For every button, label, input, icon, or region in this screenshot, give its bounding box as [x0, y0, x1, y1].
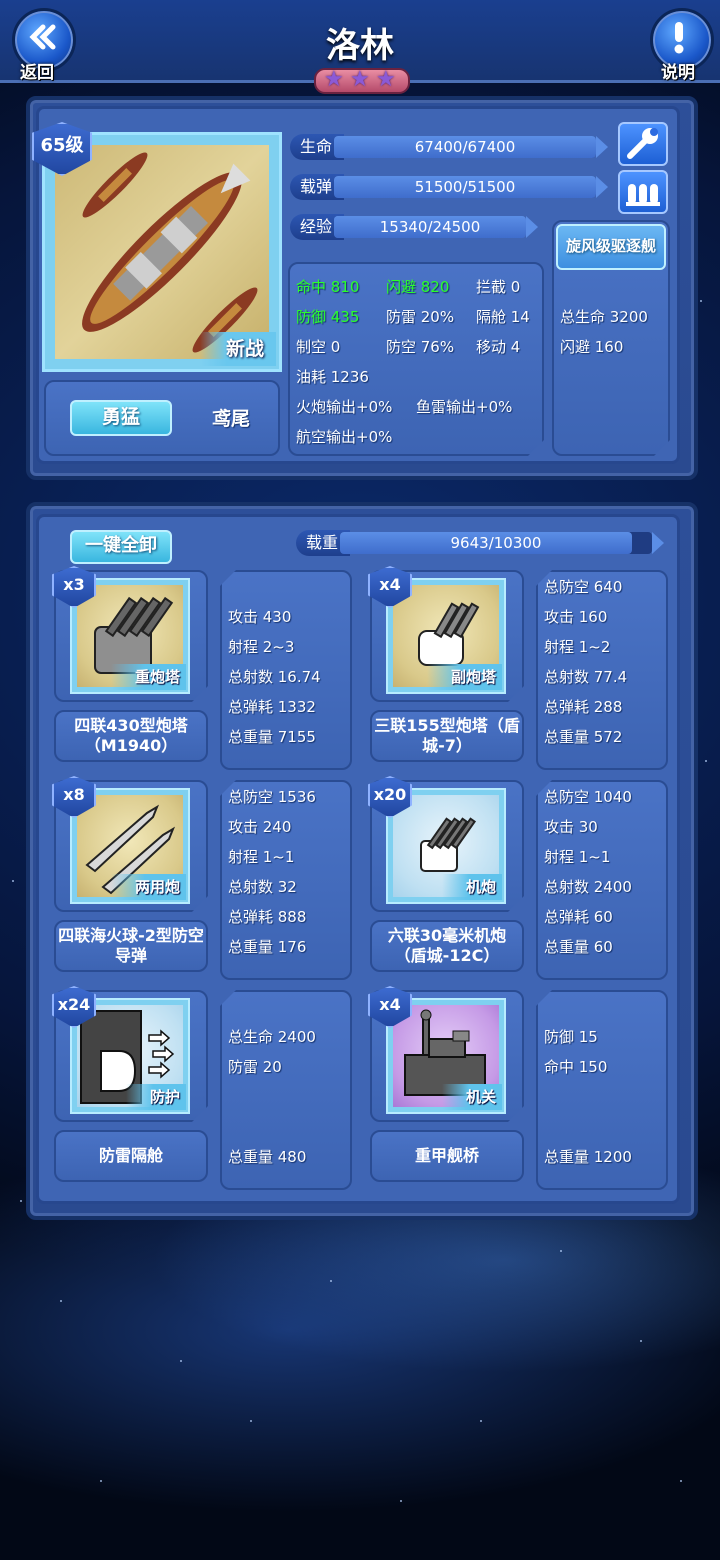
equipment-name[interactable]: 三联155型炮塔（盾城-7）: [370, 710, 524, 762]
stat-air-control: 制空 0: [296, 338, 341, 356]
ship-type-tag: 新战: [200, 332, 276, 366]
equipment-stat: 总防空 1040: [544, 788, 632, 806]
help-label: 说明: [661, 63, 695, 83]
equipment-stat: 射程 1~1: [544, 848, 611, 866]
equipment-type-tag: 两用炮: [110, 874, 186, 900]
escort-name[interactable]: 旋风级驱逐舰: [556, 224, 666, 270]
equipment-name[interactable]: 重甲舰桥: [370, 1130, 524, 1182]
equipment-stat: 总射数 16.74: [228, 668, 321, 686]
equipment-stat: 总射数 32: [228, 878, 297, 896]
stat-intercept: 拦截 0: [476, 278, 521, 296]
escort-hp: 总生命 3200: [560, 308, 648, 326]
equipment-stat: 总重量 176: [228, 938, 307, 956]
star-icon: ★: [350, 67, 370, 92]
equipment-stat: 射程 1~1: [228, 848, 295, 866]
equipment-stat: 总弹耗 888: [228, 908, 307, 926]
equipment-stat: 射程 2~3: [228, 638, 295, 656]
equipment-stat: 总重量 60: [544, 938, 613, 956]
equipment-type-tag: 副炮塔: [426, 664, 502, 690]
equipment-name[interactable]: 四联430型炮塔（M1940）: [54, 710, 208, 762]
star-rating: ★ ★ ★: [314, 67, 410, 94]
equipment-stat: 总弹耗 60: [544, 908, 613, 926]
stat-gun-output: 火炮输出+0%: [296, 398, 393, 416]
equipment-name[interactable]: 四联海火球-2型防空导弹: [54, 920, 208, 972]
equipment-stat: 总重量 480: [228, 1148, 307, 1166]
battleship-icon: [82, 152, 258, 353]
equipment-stat: 攻击 160: [544, 608, 608, 626]
page-title: 洛林: [326, 26, 394, 66]
stat-air-output: 航空输出+0%: [296, 428, 393, 446]
equipment-stat: 总重量 1200: [544, 1148, 632, 1166]
equipment-stat: 射程 1~2: [544, 638, 611, 656]
escort-evasion: 闪避 160: [560, 338, 624, 356]
equipment-stat: 总重量 572: [544, 728, 623, 746]
equipment-stat: 攻击 30: [544, 818, 598, 836]
equipment-stat: 总防空 640: [544, 578, 623, 596]
stat-bulkhead: 隔舱 14: [476, 308, 530, 326]
equipment-type-tag: 重炮塔: [110, 664, 186, 690]
equipment-stats: 总防空 1536 攻击 240 射程 1~1 总射数 32 总弹耗 888 总重量 176: [220, 780, 352, 980]
repair-button[interactable]: [618, 122, 668, 166]
wrench-icon: [627, 128, 658, 159]
equipment-stat: 总生命 2400: [228, 1028, 316, 1046]
star-icon: ★: [324, 67, 344, 92]
equipment-stats: 总生命 2400 防雷 20 总重量 480: [220, 990, 352, 1190]
equipment-stat: 总防空 1536: [228, 788, 316, 806]
stat-aa: 防空 76%: [386, 338, 455, 356]
equipment-type-tag: 机炮: [441, 874, 502, 900]
reload-button[interactable]: [618, 170, 668, 214]
equipment-stat: 防御 15: [544, 1028, 598, 1046]
star-icon: ★: [376, 67, 396, 92]
stat-evasion: 闪避 820: [386, 278, 450, 296]
equipment-stat: 总弹耗 288: [544, 698, 623, 716]
equipment-name[interactable]: 六联30毫米机炮（盾城-12C）: [370, 920, 524, 972]
stat-defense: 防御 435: [296, 308, 360, 326]
equipment-stats: 总防空 1040 攻击 30 射程 1~1 总射数 2400 总弹耗 60 总重量 60: [536, 780, 668, 980]
equipment-stat: 总射数 2400: [544, 878, 632, 896]
stat-fuel: 油耗 1236: [296, 368, 369, 386]
unload-all-button[interactable]: 一键全卸: [70, 530, 172, 564]
equipment-type-tag: 机关: [441, 1084, 502, 1110]
equipment-name[interactable]: 防雷隔舱: [54, 1130, 208, 1182]
stat-move: 移动 4: [476, 338, 521, 356]
equipment-stat: 攻击 430: [228, 608, 292, 626]
equipment-stats: 防御 15 命中 150 总重量 1200: [536, 990, 668, 1190]
stat-torpedo-output: 鱼雷输出+0%: [416, 398, 513, 416]
equipment-stat: 总弹耗 1332: [228, 698, 316, 716]
equipment-stats: 攻击 430 射程 2~3 总射数 16.74 总弹耗 1332 总重量 7155: [220, 570, 352, 770]
stat-hit: 命中 810: [296, 278, 360, 296]
equipment-stats: 总防空 640 攻击 160 射程 1~2 总射数 77.4 总弹耗 288 总重量 57…: [536, 570, 668, 770]
tab-iris[interactable]: 鸢尾: [212, 404, 250, 431]
tab-brave[interactable]: 勇猛: [70, 400, 172, 436]
equipment-stat: 命中 150: [544, 1058, 608, 1076]
equipment-stat: 防雷 20: [228, 1058, 282, 1076]
equipment-stat: 总射数 77.4: [544, 668, 628, 686]
equipment-stat: 攻击 240: [228, 818, 292, 836]
equipment-type-tag: 防护: [125, 1084, 186, 1110]
stat-torpedo-def: 防雷 20%: [386, 308, 455, 326]
ammo-icon: [626, 184, 660, 206]
exclamation-icon: [674, 22, 684, 54]
equipment-stat: 总重量 7155: [228, 728, 316, 746]
